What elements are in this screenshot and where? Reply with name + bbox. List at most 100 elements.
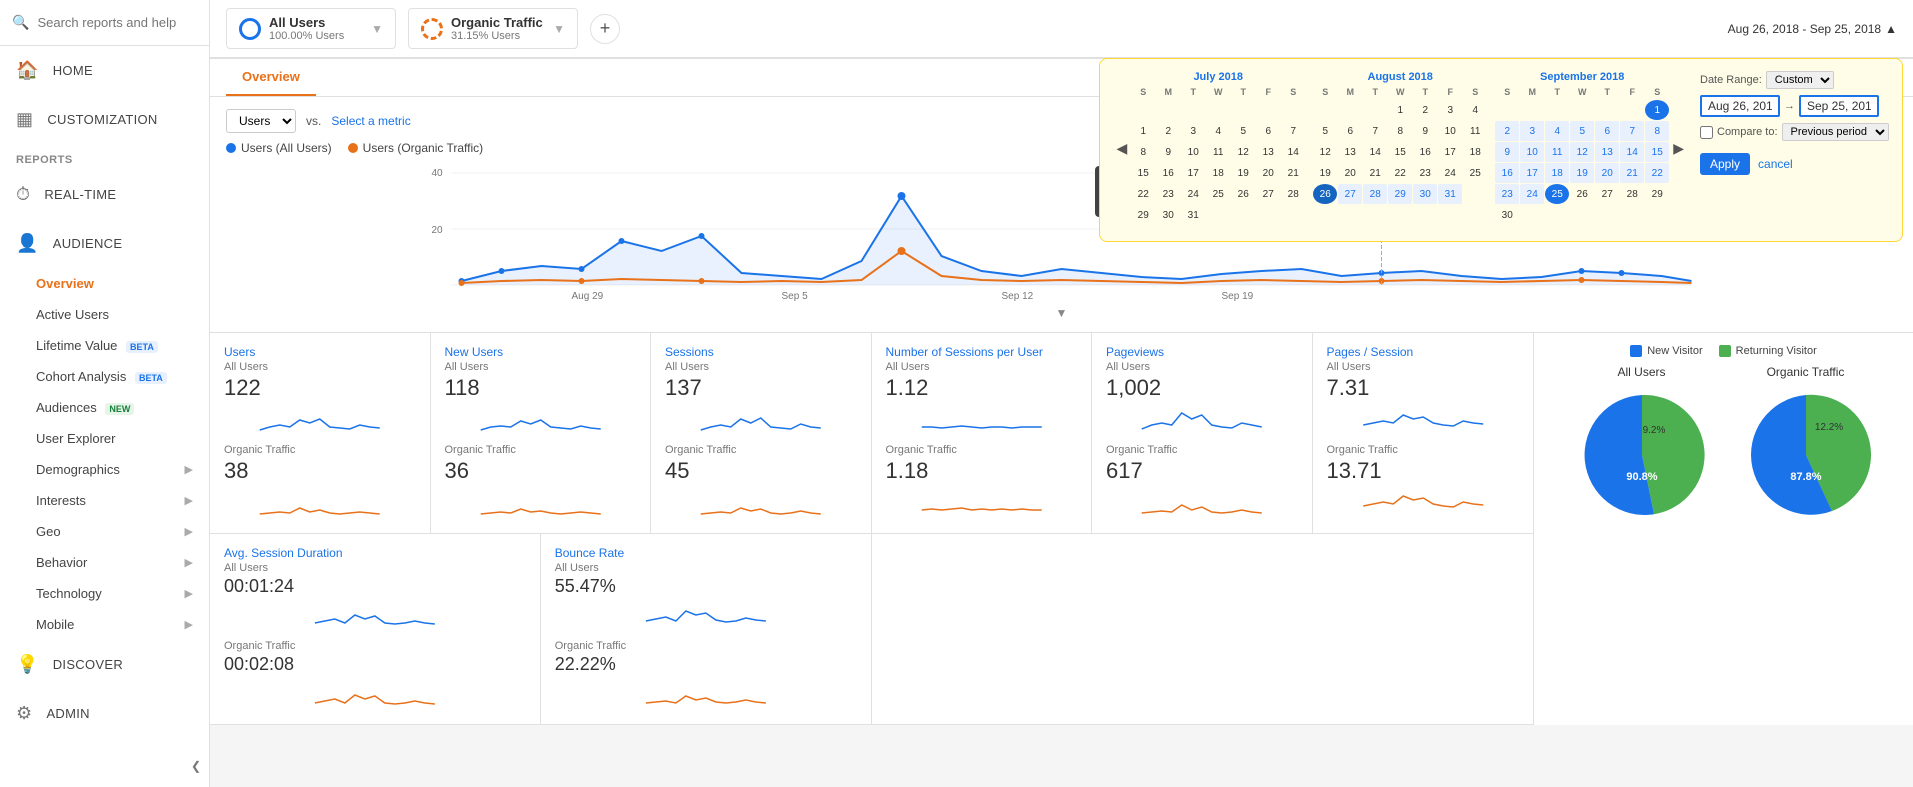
search-input[interactable] bbox=[37, 15, 197, 30]
metric-users-title[interactable]: Users bbox=[224, 345, 416, 359]
date-range-label: Date Range: bbox=[1700, 74, 1762, 86]
legend-organic: Users (Organic Traffic) bbox=[348, 141, 483, 155]
date-range-type-select[interactable]: Custom bbox=[1766, 71, 1834, 89]
metric-sessions-title[interactable]: Sessions bbox=[665, 345, 857, 359]
sidebar-sub-geo[interactable]: Geo ▶ bbox=[0, 516, 209, 547]
returning-pct-2: 12.2% bbox=[1814, 422, 1842, 433]
sidebar-sub-behavior[interactable]: Behavior ▶ bbox=[0, 547, 209, 578]
metric-new-users-organic-value: 36 bbox=[445, 458, 637, 484]
realtime-icon: ⏱ bbox=[16, 184, 30, 205]
september-calendar: September 2018 SMTWTFS 1 2345678 9101112… bbox=[1495, 71, 1669, 225]
sidebar-sub-mobile[interactable]: Mobile ▶ bbox=[0, 609, 209, 640]
sidebar-item-realtime[interactable]: ⏱ REAL-TIME bbox=[0, 170, 209, 219]
date-range-display[interactable]: Aug 26, 2018 - Sep 25, 2018 ▲ bbox=[1728, 22, 1897, 36]
metric-pageviews-title[interactable]: Pageviews bbox=[1106, 345, 1298, 359]
legend-dot-orange bbox=[348, 143, 358, 153]
sparkline-sessions-blue bbox=[665, 405, 857, 435]
chevron-right-icon: ▶ bbox=[185, 618, 193, 631]
cohort-badge: BETA bbox=[135, 372, 167, 384]
metric-sessions-all-value: 137 bbox=[665, 375, 857, 401]
sparkline-ps-blue bbox=[1327, 405, 1520, 435]
metric-spu-organic-label: Organic Traffic bbox=[886, 444, 1078, 456]
sidebar-item-home[interactable]: 🏠 HOME bbox=[0, 46, 209, 95]
metric-new-users-title[interactable]: New Users bbox=[445, 345, 637, 359]
months-row: July 2018 SMTWTFS 1234567 891011121314 1… bbox=[1131, 71, 1669, 225]
metric-pageviews-organic-label: Organic Traffic bbox=[1106, 444, 1298, 456]
metric-spu-title[interactable]: Number of Sessions per User bbox=[886, 345, 1078, 359]
metric-sessions-all-label: All Users bbox=[665, 361, 857, 373]
sidebar-sub-active-users[interactable]: Active Users bbox=[0, 299, 209, 330]
segment-organic[interactable]: Organic Traffic 31.15% Users ▼ bbox=[408, 8, 578, 49]
metric-new-users-all-label: All Users bbox=[445, 361, 637, 373]
date-range-actions: Apply cancel bbox=[1700, 153, 1890, 175]
metric-ps-all-value: 7.31 bbox=[1327, 375, 1520, 401]
sidebar-item-discover[interactable]: 💡 DISCOVER bbox=[0, 640, 209, 689]
cancel-link[interactable]: cancel bbox=[1758, 157, 1793, 171]
legend-all-users: Users (All Users) bbox=[226, 141, 332, 155]
tab-overview[interactable]: Overview bbox=[226, 59, 316, 96]
july-grid: SMTWTFS 1234567 891011121314 15161718192… bbox=[1131, 85, 1305, 225]
metric-bounce-title[interactable]: Bounce Rate bbox=[555, 546, 857, 560]
calendars-section: ◀ July 2018 SMTWTFS 1234567 891011121314… bbox=[1112, 71, 1688, 229]
metric-avg-title[interactable]: Avg. Session Duration bbox=[224, 546, 526, 560]
segment-all-users[interactable]: All Users 100.00% Users ▼ bbox=[226, 8, 396, 49]
returning-pct-1: 9.2% bbox=[1642, 425, 1665, 436]
metrics-row-2: Avg. Session Duration All Users 00:01:24… bbox=[210, 534, 1533, 725]
august-grid: SMTWTFS 1234 567891011 12131415161718 19… bbox=[1313, 85, 1487, 225]
search-icon: 🔍 bbox=[12, 14, 29, 31]
sparkline-new-users-blue bbox=[445, 405, 637, 435]
sidebar-sub-lifetime-value[interactable]: Lifetime Value BETA bbox=[0, 330, 209, 361]
calendar-popup: ◀ July 2018 SMTWTFS 1234567 891011121314… bbox=[1099, 58, 1903, 242]
search-bar[interactable]: 🔍 bbox=[0, 0, 209, 46]
sidebar: 🔍 🏠 HOME ▦ CUSTOMIZATION Reports ⏱ REAL-… bbox=[0, 0, 210, 787]
organic-pct: 31.15% Users bbox=[451, 30, 545, 42]
sidebar-sub-overview[interactable]: Overview bbox=[0, 268, 209, 299]
chart-expand-btn[interactable]: ▼ bbox=[226, 306, 1897, 320]
sparkline-users-orange bbox=[224, 488, 416, 518]
metric-sessions: Sessions All Users 137 Organic Traffic 4… bbox=[651, 333, 872, 533]
metric-ps-title[interactable]: Pages / Session bbox=[1327, 345, 1520, 359]
segments-bar: All Users 100.00% Users ▼ Organic Traffi… bbox=[210, 0, 1913, 58]
svg-text:20: 20 bbox=[432, 225, 444, 236]
metric-dropdown[interactable]: Users bbox=[226, 109, 296, 133]
pie-organic-chart: 87.8% 12.2% bbox=[1736, 385, 1876, 525]
chart-dot-peak bbox=[898, 192, 906, 200]
chart-dot-orange bbox=[699, 278, 705, 284]
sidebar-item-admin[interactable]: ⚙ ADMIN bbox=[0, 689, 209, 738]
date-end-input[interactable] bbox=[1799, 95, 1879, 117]
sidebar-sub-technology[interactable]: Technology ▶ bbox=[0, 578, 209, 609]
pie-organic-label: Organic Traffic bbox=[1767, 365, 1845, 379]
select-metric-link[interactable]: Select a metric bbox=[331, 114, 410, 128]
sidebar-sub-interests[interactable]: Interests ▶ bbox=[0, 485, 209, 516]
collapse-sidebar-btn[interactable]: ❮ bbox=[183, 755, 209, 777]
pie-all-users-label: All Users bbox=[1617, 365, 1665, 379]
organic-dropdown-icon[interactable]: ▼ bbox=[553, 22, 565, 36]
metric-pages-session: Pages / Session All Users 7.31 Organic T… bbox=[1313, 333, 1534, 533]
chart-dot bbox=[1579, 268, 1585, 274]
date-start-input[interactable] bbox=[1700, 95, 1780, 117]
pie-charts-row: All Users 90.8% 9.2% bbox=[1550, 365, 1897, 525]
calendar-prev-btn[interactable]: ◀ bbox=[1112, 140, 1131, 157]
sidebar-item-customization[interactable]: ▦ CUSTOMIZATION bbox=[0, 95, 209, 144]
discover-icon: 💡 bbox=[16, 654, 39, 675]
add-segment-btn[interactable]: + bbox=[590, 14, 620, 44]
apply-button[interactable]: Apply bbox=[1700, 153, 1750, 175]
chevron-right-icon: ▶ bbox=[185, 463, 193, 476]
sidebar-sub-cohort[interactable]: Cohort Analysis BETA bbox=[0, 361, 209, 392]
all-users-dropdown-icon[interactable]: ▼ bbox=[371, 22, 383, 36]
metric-avg-organic-value: 00:02:08 bbox=[224, 654, 526, 675]
sidebar-sub-demographics[interactable]: Demographics ▶ bbox=[0, 454, 209, 485]
organic-segment-info: Organic Traffic 31.15% Users bbox=[451, 15, 545, 42]
compare-select[interactable]: Previous period bbox=[1782, 123, 1889, 141]
calendar-next-btn[interactable]: ▶ bbox=[1669, 140, 1688, 157]
grid-icon: ▦ bbox=[16, 109, 33, 130]
svg-text:Aug 29: Aug 29 bbox=[572, 291, 604, 301]
metric-new-users-all-value: 118 bbox=[445, 375, 637, 401]
compare-checkbox[interactable] bbox=[1700, 126, 1713, 139]
date-range-text: Aug 26, 2018 - Sep 25, 2018 bbox=[1728, 22, 1881, 36]
sidebar-sub-user-explorer[interactable]: User Explorer bbox=[0, 423, 209, 454]
discover-label: DISCOVER bbox=[53, 657, 123, 672]
legend-all-users-label: Users (All Users) bbox=[241, 141, 332, 155]
sidebar-item-audience[interactable]: 👤 AUDIENCE bbox=[0, 219, 209, 268]
sidebar-sub-audiences[interactable]: Audiences NEW bbox=[0, 392, 209, 423]
